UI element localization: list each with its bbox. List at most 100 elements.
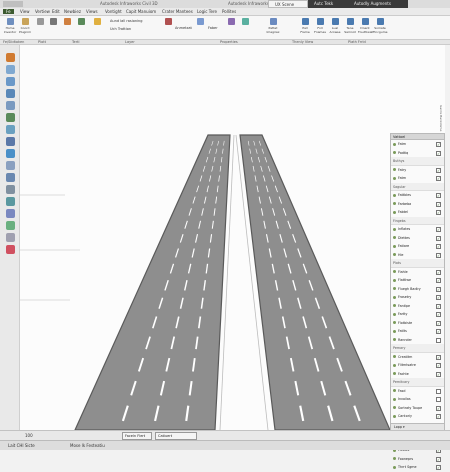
layer-visibility-checkbox[interactable]: ✓ <box>436 201 441 207</box>
layer-visibility-checkbox[interactable]: ✓ <box>436 150 441 156</box>
layer-visibility-checkbox[interactable]: ✓ <box>436 235 441 241</box>
tene-samnot-button[interactable]: Tene Samnot <box>343 17 357 34</box>
layer-visibility-checkbox[interactable]: ✓ <box>436 244 441 249</box>
layer-visibility-checkbox[interactable]: ✓ <box>436 456 441 462</box>
ribbon-tab-file[interactable]: Fe <box>3 9 14 14</box>
dnent-foudtiwall-button[interactable]: Dnent Foudtiwall <box>358 17 373 34</box>
layers-icon[interactable] <box>6 197 15 206</box>
ribbon-tab-capit[interactable]: Capit Manuiom <box>126 9 156 14</box>
layer-visibility-checkbox[interactable]: ✓ <box>436 278 441 283</box>
panel-layer-item[interactable]: Fasd <box>391 387 444 396</box>
ribbon-line-2[interactable]: Uch Trattion <box>110 27 131 31</box>
layer-visibility-checkbox[interactable]: ✓ <box>436 227 441 232</box>
layer-visibility-checkbox[interactable]: ✓ <box>436 465 441 470</box>
layer-visibility-checkbox[interactable]: ✓ <box>436 329 441 334</box>
building-icon[interactable] <box>6 137 15 146</box>
ribbon-tab-vertiew[interactable]: Vertiew <box>35 9 50 14</box>
coord-plugnim-button[interactable]: Coord Plugnim <box>18 17 32 34</box>
panel-layer-item[interactable]: Fatiare ✓ <box>391 242 444 251</box>
layer-visibility-checkbox[interactable] <box>436 397 441 402</box>
tree-icon[interactable] <box>6 113 15 122</box>
orange-wrench-icon[interactable] <box>6 53 15 62</box>
panel-layer-item[interactable]: Flotbiste ✓ <box>391 319 444 328</box>
panel-layer-item[interactable]: Creatitm ✓ <box>391 353 444 362</box>
layer-visibility-checkbox[interactable]: ✓ <box>436 210 441 215</box>
layer-visibility-checkbox[interactable]: ✓ <box>436 354 441 360</box>
layer-visibility-checkbox[interactable]: ✓ <box>436 286 441 292</box>
ribbon-tab-views[interactable]: Views <box>86 9 98 14</box>
ribbon-tool-3[interactable] <box>35 17 45 33</box>
layer-visibility-checkbox[interactable]: ✓ <box>436 142 441 147</box>
layer-visibility-checkbox[interactable]: ✓ <box>436 363 441 368</box>
panel-layer-item[interactable]: Hie ✓ <box>391 251 444 260</box>
app-menu-button[interactable] <box>3 1 23 7</box>
panel-layer-item[interactable]: Fatlts ✓ <box>391 327 444 336</box>
layer-visibility-checkbox[interactable]: ✓ <box>436 312 441 317</box>
tab-ux-scene[interactable]: UX Scene <box>268 0 308 8</box>
panel-layer-item[interactable]: Fatm ✓ <box>391 140 444 149</box>
panel-footer-dropdown[interactable]: Lopp ▾ <box>391 423 444 430</box>
panel-layer-item[interactable]: Fabtel ✓ <box>391 208 444 217</box>
ribbon-tab-view[interactable]: View <box>20 9 30 14</box>
panel-layer-item[interactable]: Fluegh Badiry ✓ <box>391 285 444 294</box>
layer-visibility-checkbox[interactable]: ✓ <box>436 269 441 275</box>
road-icon[interactable] <box>6 77 15 86</box>
layer-visibility-checkbox[interactable] <box>436 337 441 343</box>
panel-layer-item[interactable]: Fiahle ✓ <box>391 268 444 277</box>
panel-layer-item[interactable]: Fattbles ✓ <box>391 191 444 200</box>
ribbon-anmetzat[interactable]: Anmetzat <box>175 26 192 30</box>
layer-visibility-checkbox[interactable]: ✓ <box>436 303 441 309</box>
panel-layer-item[interactable]: Inflates ✓ <box>391 225 444 234</box>
fnll-fnames-button[interactable]: Fnll Fnames <box>313 17 327 34</box>
zoom-level[interactable]: 100 <box>25 433 33 438</box>
ribbon-tool-4[interactable] <box>48 17 58 33</box>
layer-visibility-checkbox[interactable]: ✓ <box>436 252 441 258</box>
ribbon-line-1[interactable]: Aund lall rasioning <box>110 19 143 23</box>
panel-layer-item[interactable]: Invoilas <box>391 395 444 404</box>
ribbon-tab-vontight[interactable]: Vontight <box>105 9 122 14</box>
panel-layer-item[interactable]: Sortraty Toupe ✓ <box>391 404 444 413</box>
layer-visibility-checkbox[interactable]: ✓ <box>436 176 441 181</box>
pencil-icon[interactable] <box>6 65 15 74</box>
ribbon-tool-6[interactable] <box>76 17 86 33</box>
layer-visibility-checkbox[interactable]: ✓ <box>436 414 441 419</box>
somate-fincgume-button[interactable]: Somate Fincgume <box>373 17 387 34</box>
layer-visibility-checkbox[interactable]: ✓ <box>436 371 441 377</box>
layer-visibility-checkbox[interactable]: ✓ <box>436 295 441 300</box>
panel-layer-item[interactable]: Frasetry ✓ <box>391 293 444 302</box>
lual-arowse-button[interactable]: Lual Arowse <box>328 17 342 34</box>
terrain-icon[interactable] <box>6 221 15 230</box>
ribbon-tool-9[interactable] <box>195 17 205 33</box>
panel-layer-item[interactable]: Flitmtsatre ✓ <box>391 361 444 370</box>
ribbon-tab-edit[interactable]: Edit <box>52 9 60 14</box>
ribbon-tab-crater[interactable]: Crater Mantees <box>162 9 193 14</box>
panel-layer-item[interactable]: Rannder <box>391 336 444 345</box>
home-inventor-button[interactable]: Home Inventor <box>3 17 17 34</box>
ribbon-tool-11[interactable] <box>240 17 250 33</box>
ribbon-tool-8[interactable] <box>163 17 173 33</box>
bridge-icon[interactable] <box>6 101 15 110</box>
tool-catiuert-dropdown[interactable]: Catiuert <box>155 432 197 440</box>
pipe-icon[interactable] <box>6 125 15 134</box>
layer-visibility-checkbox[interactable]: ✓ <box>436 193 441 198</box>
panel-layer-item[interactable]: Diettes ✓ <box>391 234 444 243</box>
gear-icon[interactable] <box>6 185 15 194</box>
panel-layer-item[interactable]: Fatry ✓ <box>391 166 444 175</box>
panel-layer-item[interactable]: Thrrt Sgme ✓ <box>391 463 444 472</box>
pall-frame-button[interactable]: Pall Frame <box>298 17 312 34</box>
layer-visibility-checkbox[interactable]: ✓ <box>436 405 441 411</box>
ribbon-tool-7[interactable] <box>92 17 102 33</box>
layer-visibility-checkbox[interactable]: ✓ <box>436 167 441 173</box>
search-icon[interactable] <box>6 173 15 182</box>
layer-visibility-checkbox[interactable] <box>436 388 441 394</box>
panel-layer-item[interactable]: Padtiq ✓ <box>391 149 444 158</box>
ruler-icon[interactable] <box>6 233 15 242</box>
tool-faceln-flert[interactable]: Faceln Flert <box>122 432 152 440</box>
water-icon[interactable] <box>6 149 15 158</box>
pattet-imagirex-button[interactable]: Pattet Imagirex <box>266 17 280 34</box>
panel-layer-item[interactable]: Fachte ✓ <box>391 370 444 379</box>
panel-layer-item[interactable]: Fooneprs ✓ <box>391 455 444 464</box>
cube-icon[interactable] <box>6 89 15 98</box>
3d-viewport[interactable]: Ganlis Bankdome <box>20 45 445 430</box>
panel-layer-item[interactable]: Fantipe ✓ <box>391 302 444 311</box>
